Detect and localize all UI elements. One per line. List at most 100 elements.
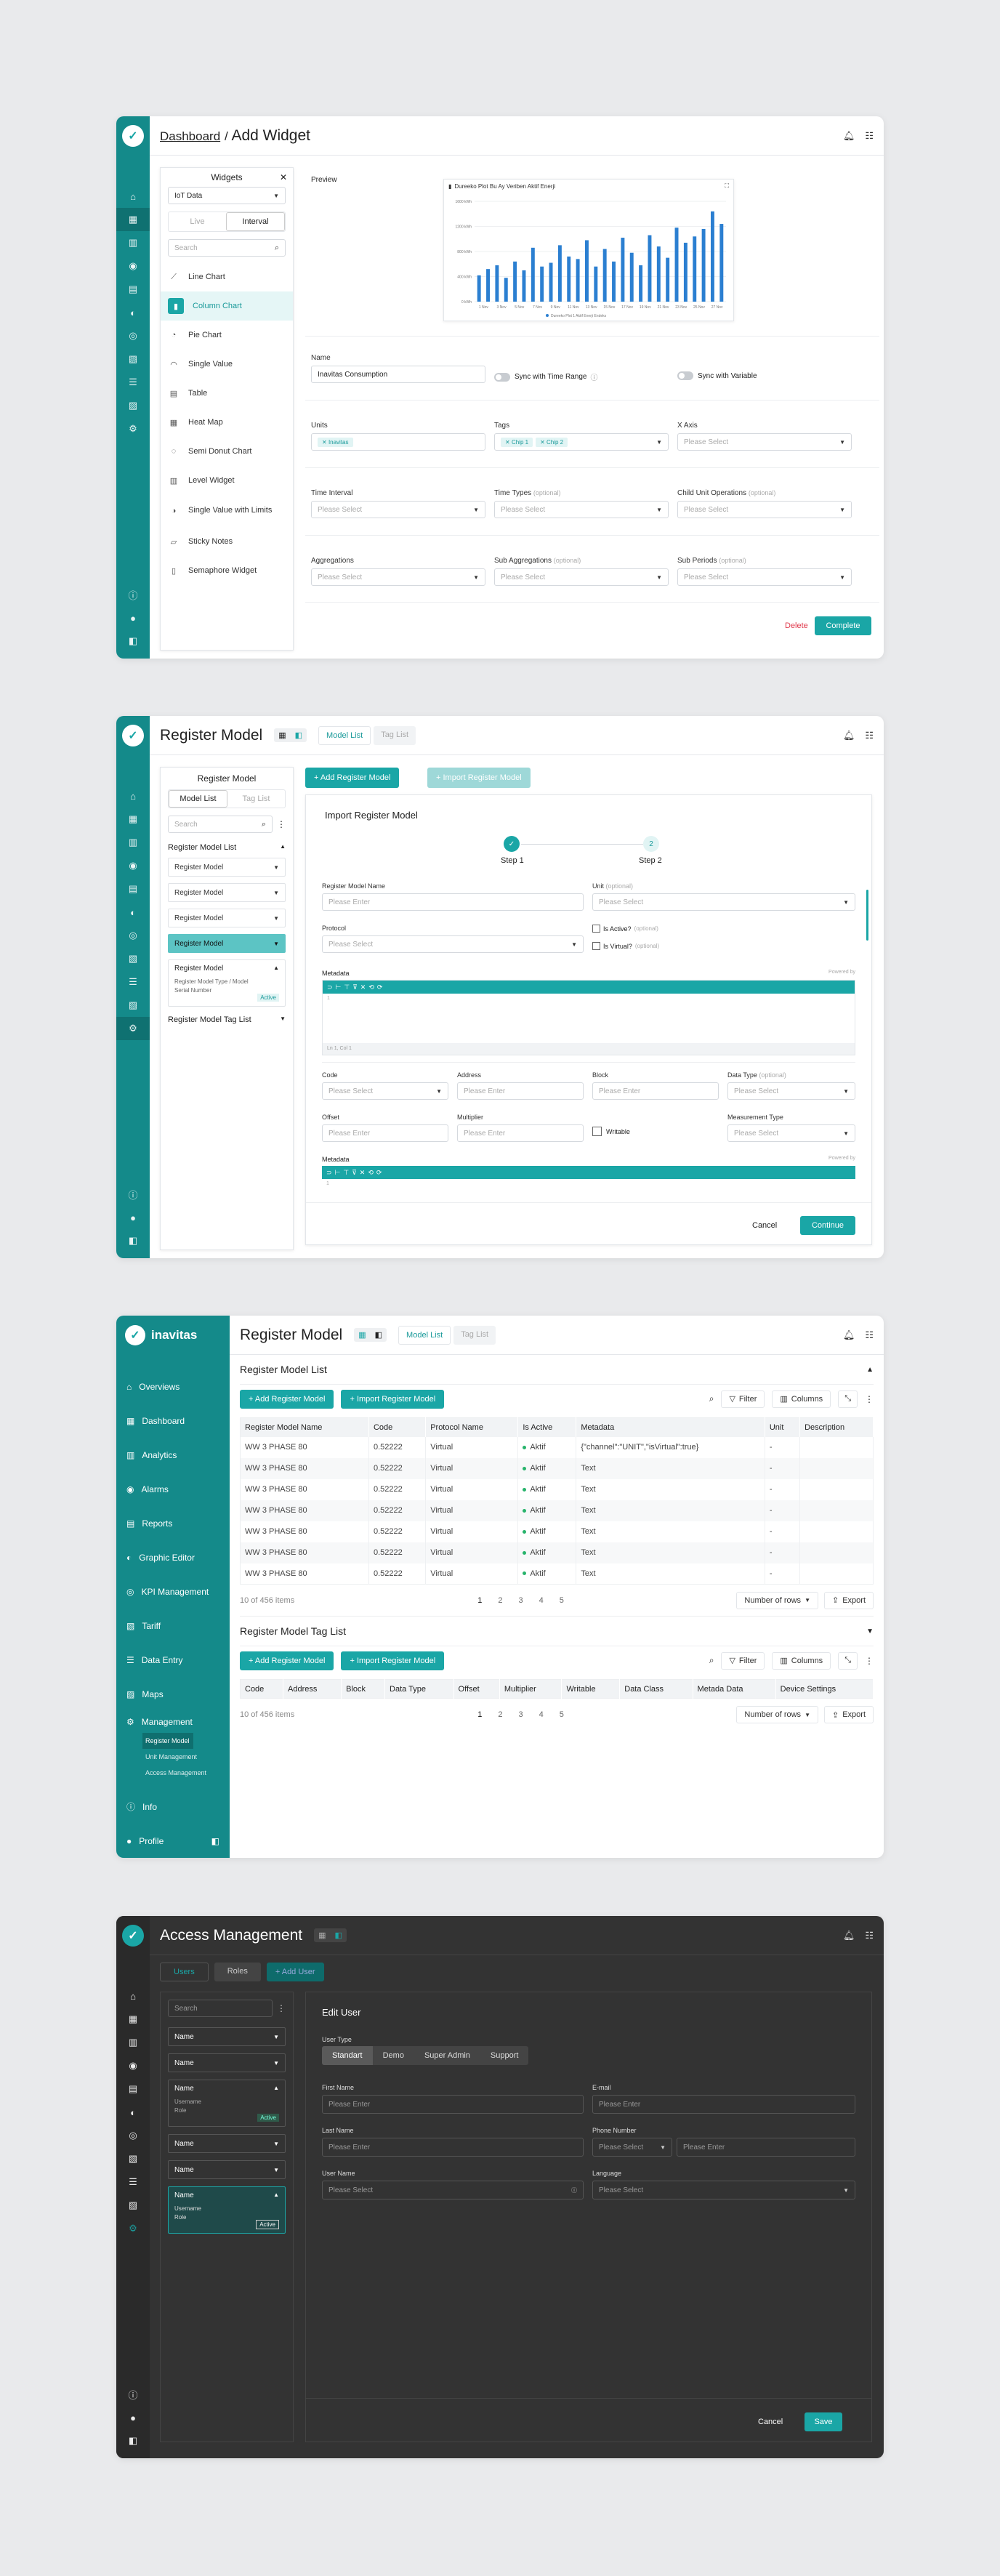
chart-bar[interactable] — [584, 240, 589, 302]
chart-bar[interactable] — [549, 262, 553, 302]
nav-profile[interactable]: ● Profile ◧ — [116, 1824, 230, 1858]
column-header[interactable]: Metada Data — [693, 1679, 776, 1699]
tab-model-list[interactable]: Model List — [398, 1325, 451, 1345]
email-field[interactable]: Please Enter — [592, 2095, 855, 2114]
analytics-icon[interactable]: ▥ — [116, 231, 150, 254]
chart-bar[interactable] — [701, 228, 706, 302]
rows-per-page-select[interactable]: Number of rows ▼ — [736, 1591, 818, 1609]
page-number[interactable]: 2 — [498, 1710, 502, 1719]
tag-chip[interactable]: ✕ Chip 1 — [501, 437, 533, 447]
subnav-unit-management[interactable]: Unit Management — [116, 1749, 230, 1765]
kpi-icon[interactable]: ◎ — [116, 2124, 150, 2147]
time-interval-select[interactable]: Please Select ▼ — [311, 501, 485, 518]
multiplier-input[interactable]: Please Enter — [457, 1124, 584, 1142]
add-register-model-button[interactable]: + Add Register Model — [305, 768, 400, 788]
column-header[interactable]: Is Active — [517, 1417, 577, 1437]
delete-button[interactable]: Delete — [785, 616, 808, 635]
save-button[interactable]: Save — [805, 2412, 842, 2431]
tree-item[interactable]: Register Model ▼ — [168, 858, 286, 877]
table-row[interactable]: WW 3 PHASE 80 0.52222 Virtual Aktif {"channe… — [240, 1436, 874, 1458]
nav-management[interactable]: ⚙ Management — [116, 1711, 230, 1733]
sync-time-toggle[interactable]: Sync with Time Range ⓘ — [494, 371, 598, 382]
editor-toolbar[interactable]: ⊃⊢⊤⊽✕⟲⟳ — [323, 981, 855, 994]
chart-bar[interactable] — [710, 211, 714, 302]
column-header[interactable]: Data Class — [619, 1679, 693, 1699]
first-name-input[interactable]: Please Enter — [322, 2095, 584, 2114]
nav-analytics[interactable]: ▥ Analytics — [116, 1438, 230, 1472]
chart-bar[interactable] — [531, 247, 535, 302]
collapse-icon[interactable]: ◧ — [211, 1836, 219, 1846]
cancel-button[interactable]: Cancel — [752, 1216, 777, 1235]
add-register-model-button[interactable]: + Add Register Model — [240, 1389, 334, 1409]
tree-tab-tag-list[interactable]: Tag List — [227, 790, 285, 808]
widget-semi-donut[interactable]: ◌ Semi Donut Chart — [161, 437, 293, 466]
import-register-model-button[interactable]: + Import Register Model — [341, 1389, 445, 1409]
reports-icon[interactable]: ▤ — [116, 278, 150, 301]
bell-icon[interactable]: 🔔︎ — [843, 1329, 855, 1341]
sliders-icon[interactable]: ☷ — [865, 130, 874, 142]
table-row[interactable]: WW 3 PHASE 80 0.52222 Virtual Aktif Text - — [240, 1521, 874, 1542]
unit-chip[interactable]: ✕ Inavitas — [318, 437, 353, 447]
tag-chip[interactable]: ✕ Chip 2 — [536, 437, 568, 447]
tag-list-header[interactable]: Register Model Tag List ▼ — [168, 1015, 286, 1024]
page-number[interactable]: 5 — [560, 1710, 564, 1719]
section2-header[interactable]: Register Model Tag List ▼ — [240, 1617, 874, 1646]
profile-icon[interactable]: ● — [116, 2406, 150, 2429]
search-icon[interactable]: ⌕ — [709, 1393, 714, 1404]
user-name-select[interactable]: Please Select ⓘ — [322, 2181, 584, 2199]
split-view-icon[interactable]: ◧ — [291, 728, 307, 742]
bell-icon[interactable]: 🔔︎ — [843, 1930, 855, 1941]
info-icon[interactable]: ⓘ — [116, 2383, 150, 2406]
block-input[interactable]: Please Enter — [592, 1082, 719, 1100]
sliders-icon[interactable]: ☷ — [865, 730, 874, 741]
metadata-editor-2[interactable]: ⊃⊢⊤⊽✕⟲⟳ 1 — [322, 1166, 855, 1195]
chart-bar[interactable] — [719, 224, 724, 302]
chart-bar[interactable] — [495, 265, 499, 302]
maps-icon[interactable]: ▨ — [116, 394, 150, 417]
page-number[interactable]: 2 — [498, 1596, 502, 1605]
user-search-input[interactable]: Search — [168, 2000, 273, 2017]
phone-input[interactable]: Please Enter — [677, 2138, 855, 2157]
tab-live[interactable]: Live — [169, 212, 226, 231]
alarm-icon[interactable]: ◉ — [116, 2054, 150, 2077]
column-header[interactable]: Multiplier — [499, 1679, 562, 1699]
maps-icon[interactable]: ▨ — [116, 994, 150, 1017]
widget-column-chart[interactable]: ▮ Column Chart — [161, 291, 293, 321]
kpi-icon[interactable]: ◎ — [116, 924, 150, 947]
time-types-select[interactable]: Please Select ▼ — [494, 501, 669, 518]
is-active-checkbox[interactable]: Is Active? (optional) — [592, 925, 658, 933]
sub-periods-select[interactable]: Please Select ▼ — [677, 568, 852, 586]
chart-bar[interactable] — [648, 235, 652, 302]
chart-bar[interactable] — [602, 249, 607, 302]
breadcrumb-dashboard[interactable]: Dashboard — [160, 129, 220, 143]
tags-select[interactable]: ✕ Chip 1 ✕ Chip 2 ▼ — [494, 433, 669, 451]
close-icon[interactable]: ✕ — [280, 172, 287, 182]
maps-icon[interactable]: ▨ — [116, 2194, 150, 2217]
user-item-selected[interactable]: Name ▲ Username Role Active — [168, 2186, 286, 2234]
reports-icon[interactable]: ▤ — [116, 2077, 150, 2101]
type-super-admin[interactable]: Super Admin — [414, 2046, 480, 2065]
info-icon[interactable]: ⓘ — [116, 583, 150, 606]
tab-tag-list[interactable]: Tag List — [374, 725, 416, 745]
chart-bar[interactable] — [656, 246, 661, 302]
expand-icon[interactable]: ⤡ — [838, 1390, 858, 1408]
subnav-register-model[interactable]: Register Model — [142, 1733, 193, 1749]
settings-icon[interactable]: ⚙ — [116, 1017, 150, 1040]
chart-bar[interactable] — [504, 278, 508, 302]
offset-input[interactable]: Please Enter — [322, 1124, 448, 1142]
chart-bar[interactable] — [629, 252, 634, 302]
section-header[interactable]: Register Model List ▲ — [240, 1355, 874, 1384]
is-virtual-checkbox[interactable]: Is Virtual? (optional) — [592, 942, 659, 950]
tree-item-expanded[interactable]: Register Model ▲ Register Model Type / Mo… — [168, 959, 286, 1007]
bell-icon[interactable]: 🔔︎ — [843, 730, 855, 741]
complete-button[interactable]: Complete — [815, 616, 871, 635]
editor-icon[interactable]: ◐ — [116, 2101, 150, 2124]
nav-reports[interactable]: ▤ Reports — [116, 1506, 230, 1540]
tab-users[interactable]: Users — [160, 1963, 209, 1981]
page-number[interactable]: 3 — [518, 1710, 523, 1719]
rows-per-page-select[interactable]: Number of rows ▼ — [736, 1706, 818, 1723]
aggregations-select[interactable]: Please Select ▼ — [311, 568, 485, 586]
more-icon[interactable]: ⋮ — [277, 2000, 286, 2017]
analytics-icon[interactable]: ▥ — [116, 831, 150, 854]
column-header[interactable]: Writable — [561, 1679, 621, 1699]
